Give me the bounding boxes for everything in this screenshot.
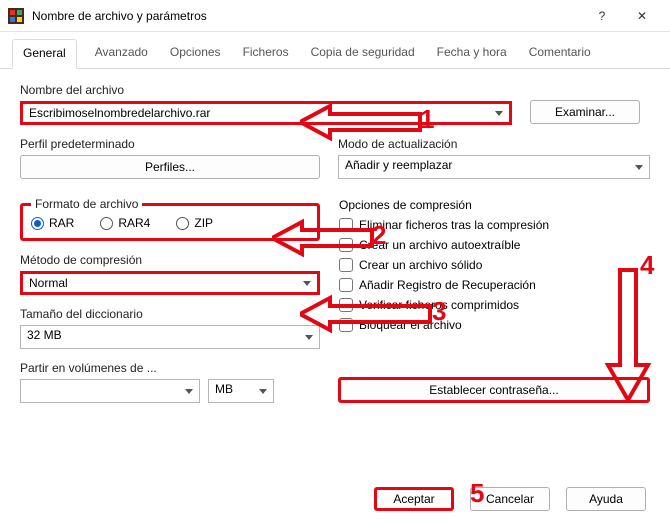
tab-fecha[interactable]: Fecha y hora bbox=[433, 39, 511, 69]
opt-solid[interactable]: Crear un archivo sólido bbox=[339, 258, 649, 272]
volumes-label: Partir en volúmenes de ... bbox=[20, 361, 320, 375]
help-button[interactable]: ? bbox=[582, 2, 622, 30]
filename-label: Nombre del archivo bbox=[20, 83, 512, 97]
dict-label: Tamaño del diccionario bbox=[20, 307, 320, 321]
checkbox-icon bbox=[339, 278, 353, 292]
comp-options-label: Opciones de compresión bbox=[339, 198, 649, 212]
checkbox-icon bbox=[339, 318, 353, 332]
compression-options-group: Opciones de compresión Eliminar ficheros… bbox=[338, 195, 650, 339]
help-footer-button[interactable]: Ayuda bbox=[566, 487, 646, 511]
dialog-footer: Aceptar Cancelar Ayuda bbox=[374, 487, 646, 511]
browse-button[interactable]: Examinar... bbox=[530, 100, 640, 124]
profile-label: Perfil predeterminado bbox=[20, 137, 320, 151]
checkbox-icon bbox=[339, 258, 353, 272]
tab-general[interactable]: General bbox=[12, 39, 77, 69]
opt-sfx[interactable]: Crear un archivo autoextraíble bbox=[339, 238, 649, 252]
titlebar: Nombre de archivo y parámetros ? ✕ bbox=[0, 0, 670, 32]
window-title: Nombre de archivo y parámetros bbox=[32, 9, 582, 23]
tab-comentario[interactable]: Comentario bbox=[525, 39, 595, 69]
tab-bar: General Avanzado Opciones Ficheros Copia… bbox=[0, 32, 670, 69]
filename-input[interactable]: Escribimoselnombredelarchivo.rar bbox=[20, 101, 512, 125]
chevron-down-icon bbox=[495, 111, 503, 116]
radio-icon bbox=[31, 217, 44, 230]
app-icon bbox=[8, 8, 24, 24]
method-select[interactable]: Normal bbox=[20, 271, 320, 295]
format-label: Formato de archivo bbox=[31, 197, 142, 211]
radio-rar[interactable]: RAR bbox=[31, 216, 74, 230]
filename-value: Escribimoselnombredelarchivo.rar bbox=[29, 106, 210, 120]
checkbox-icon bbox=[339, 298, 353, 312]
opt-lock[interactable]: Bloquear el archivo bbox=[339, 318, 649, 332]
set-password-button[interactable]: Establecer contraseña... bbox=[338, 377, 650, 403]
tab-copia[interactable]: Copia de seguridad bbox=[307, 39, 419, 69]
radio-zip[interactable]: ZIP bbox=[176, 216, 213, 230]
cancel-button[interactable]: Cancelar bbox=[470, 487, 550, 511]
opt-verify[interactable]: Verificar ficheros comprimidos bbox=[339, 298, 649, 312]
tab-opciones[interactable]: Opciones bbox=[166, 39, 225, 69]
update-mode-label: Modo de actualización bbox=[338, 137, 650, 151]
profiles-button[interactable]: Perfiles... bbox=[20, 155, 320, 179]
tab-ficheros[interactable]: Ficheros bbox=[239, 39, 293, 69]
checkbox-icon bbox=[339, 218, 353, 232]
opt-delete-after[interactable]: Eliminar ficheros tras la compresión bbox=[339, 218, 649, 232]
ok-button[interactable]: Aceptar bbox=[374, 487, 454, 511]
volume-unit-select[interactable]: MB bbox=[208, 379, 274, 403]
update-mode-select[interactable]: Añadir y reemplazar bbox=[338, 155, 650, 179]
checkbox-icon bbox=[339, 238, 353, 252]
method-label: Método de compresión bbox=[20, 253, 320, 267]
radio-icon bbox=[176, 217, 189, 230]
tab-avanzado[interactable]: Avanzado bbox=[91, 39, 152, 69]
opt-recovery[interactable]: Añadir Registro de Recuperación bbox=[339, 278, 649, 292]
close-button[interactable]: ✕ bbox=[622, 2, 662, 30]
volume-size-select[interactable] bbox=[20, 379, 200, 403]
radio-rar4[interactable]: RAR4 bbox=[100, 216, 150, 230]
radio-icon bbox=[100, 217, 113, 230]
format-group: Formato de archivo RAR RAR4 ZIP bbox=[20, 203, 320, 241]
dict-select[interactable]: 32 MB bbox=[20, 325, 320, 349]
